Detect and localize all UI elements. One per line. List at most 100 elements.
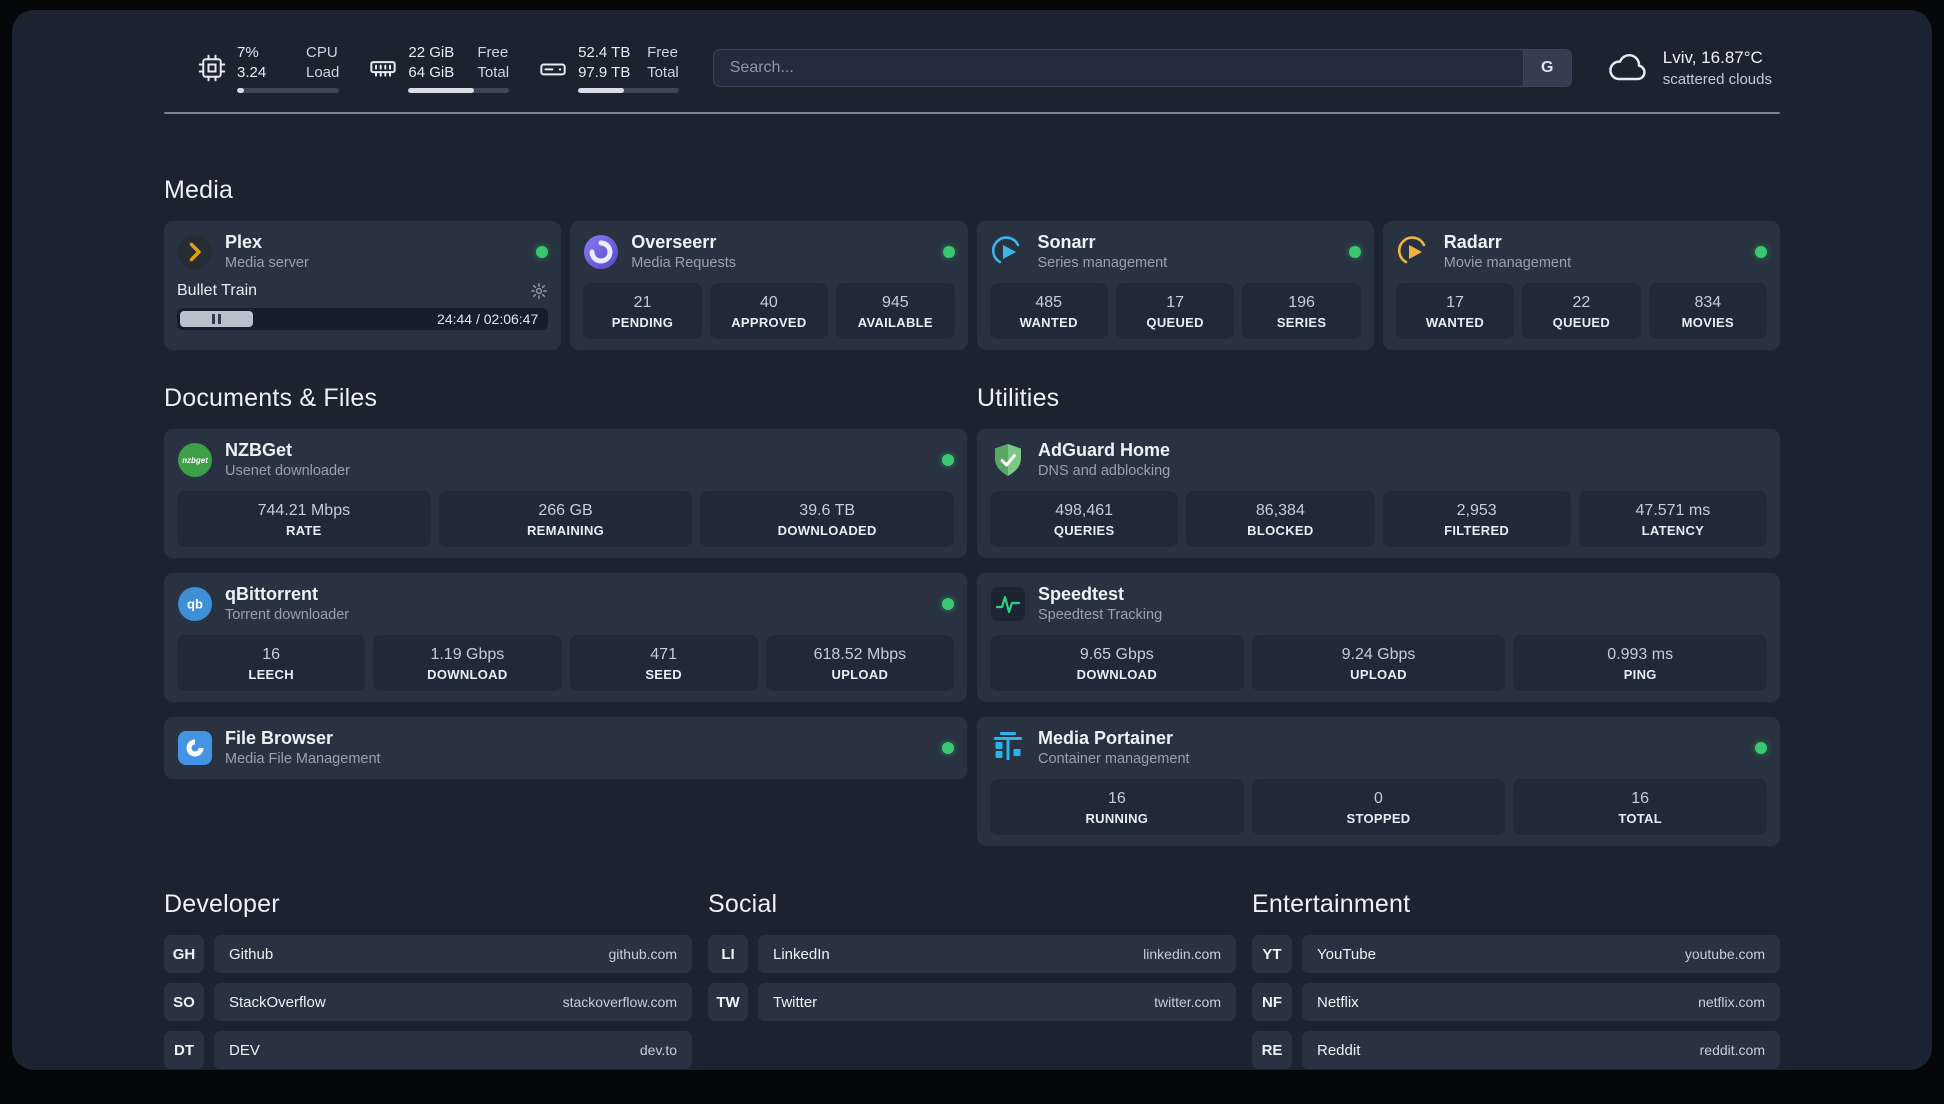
stackoverflow-icon: SO [164,983,204,1021]
memory-free-label: Free [477,43,509,61]
app-card-adguard[interactable]: AdGuard Home DNS and adblocking 498,461 Q… [977,429,1780,558]
link-url: dev.to [639,1042,677,1058]
app-name: Media Portainer [1038,728,1174,748]
app-subtitle: Media File Management [225,751,381,767]
link-url: linkedin.com [1143,946,1221,962]
search-engine-button[interactable]: G [1522,50,1571,86]
stat-movies: 834 MOVIES [1648,283,1768,339]
link-name: LinkedIn [773,945,830,963]
speedtest-icon [990,586,1026,622]
linkedin-icon: LI [708,935,748,973]
stat-rate: 744.21 Mbps RATE [177,491,431,547]
weather-widget[interactable]: Lviv, 16.87°C scattered clouds [1606,48,1772,88]
app-subtitle: Media server [225,255,309,271]
status-dot [1348,246,1361,258]
stat-ping: 0.993 ms PING [1513,635,1768,691]
link-row-twitter[interactable]: TW Twitter twitter.com [708,983,1236,1021]
app-card-plex[interactable]: Plex Media server Bullet Train 24:44 / 0… [164,221,562,350]
memory-total-value: 64 GiB [408,63,455,81]
stat-seed: 471 SEED [569,635,758,691]
app-card-sonarr[interactable]: Sonarr Series management 485 WANTED 17 QUE… [976,221,1374,350]
app-subtitle: Media Requests [631,255,737,271]
app-card-nzbget[interactable]: nzbget NZBGet Usenet downloader 744.21 M… [164,429,967,558]
stat-upload: 618.52 Mbps UPLOAD [765,635,954,691]
app-name: Overseerr [631,232,717,252]
section-media: Media Plex Media server Bullet Train 24:… [164,176,1780,350]
app-name: Radarr [1443,232,1502,252]
app-card-speedtest[interactable]: Speedtest Speedtest Tracking 9.65 Gbps DO… [977,573,1780,702]
stat-download: 1.19 Gbps DOWNLOAD [373,635,562,691]
app-name: Speedtest [1038,584,1125,604]
search-input[interactable] [713,59,1523,77]
link-row-reddit[interactable]: RE Reddit reddit.com [1252,1031,1780,1069]
link-name: Netflix [1317,993,1359,1011]
app-card-filebrowser[interactable]: File Browser Media File Management [164,717,967,779]
link-row-netflix[interactable]: NF Netflix netflix.com [1252,983,1780,1021]
section-documents: Documents & Files nzbget NZBGet Usenet d… [164,384,967,779]
youtube-icon: YT [1252,935,1292,973]
qbittorrent-icon: qb [177,586,213,622]
app-name: File Browser [225,728,334,748]
storage-widget: 52.4 TB 97.9 TB Free Total [539,44,679,93]
link-row-linkedin[interactable]: LI LinkedIn linkedin.com [708,935,1236,973]
stat-queries: 498,461 QUERIES [990,491,1179,547]
stat-queued: 17 QUEUED [1115,283,1235,339]
section-title-developer: Developer [164,890,280,918]
stat-queued: 22 QUEUED [1522,283,1641,339]
app-subtitle: Torrent downloader [225,607,350,623]
cpu-label: CPU [306,43,338,61]
stat-upload: 9.24 Gbps UPLOAD [1251,635,1506,691]
status-dot [942,454,954,466]
sonarr-icon [990,234,1026,270]
disk-icon [540,63,566,76]
stat-download: 9.65 Gbps DOWNLOAD [990,635,1244,691]
memory-free-value: 22 GiB [408,43,455,61]
portainer-icon [990,730,1026,766]
cpu-widget: 7% 3.24 CPU Load [198,43,340,93]
storage-progress-bar [578,87,679,93]
link-row-dev[interactable]: DT DEV dev.to [164,1031,692,1069]
now-playing-title: Bullet Train [177,282,258,299]
link-row-stackoverflow[interactable]: SO StackOverflow stackoverflow.com [164,983,692,1021]
stat-running: 16 RUNNING [990,779,1244,835]
plex-icon [177,234,213,270]
app-card-overseerr[interactable]: Overseerr Media Requests 21 PENDING 40 APP… [570,221,968,350]
filebrowser-icon [177,730,213,766]
app-subtitle: Speedtest Tracking [1038,607,1163,623]
storage-free-value: 52.4 TB [578,43,631,61]
app-name: NZBGet [225,440,292,460]
section-title-entertainment: Entertainment [1252,890,1411,918]
section-title-social: Social [708,890,778,918]
link-name: YouTube [1317,945,1376,963]
system-metrics: 7% 3.24 CPU Load 22 GiB 64 GiB Free Tota… [198,44,679,93]
stat-filtered: 2,953 FILTERED [1382,491,1571,547]
stat-total: 16 TOTAL [1513,779,1768,835]
app-card-portainer[interactable]: Media Portainer Container management 16 R… [977,717,1780,846]
link-url: stackoverflow.com [562,994,677,1010]
section-social: Social LI LinkedIn linkedin.com TW Twitte… [708,890,1236,1070]
app-name: qBittorrent [225,584,318,604]
storage-progress-fill [578,87,625,93]
stat-available: 945 AVAILABLE [836,283,955,339]
link-row-youtube[interactable]: YT YouTube youtube.com [1252,935,1780,973]
nzbget-icon: nzbget [177,442,213,478]
github-icon: GH [164,935,204,973]
storage-total-label: Total [647,63,679,81]
app-card-qbittorrent[interactable]: qb qBittorrent Torrent downloader 16 LEEC… [164,573,967,702]
app-card-radarr[interactable]: Radarr Movie management 17 WANTED 22 QUEUE… [1382,221,1780,350]
storage-free-label: Free [647,43,678,61]
gear-icon[interactable] [530,282,548,300]
stat-downloaded: 39.6 TB DOWNLOADED [700,491,955,547]
link-name: Reddit [1317,1041,1361,1059]
dashboard-panel: 7% 3.24 CPU Load 22 GiB 64 GiB Free Tota… [12,10,1932,1070]
app-name: AdGuard Home [1038,440,1171,460]
cpu-icon [198,54,226,82]
svg-text:qb: qb [187,597,203,612]
link-row-github[interactable]: GH Github github.com [164,935,692,973]
memory-progress-fill [408,87,474,93]
radarr-icon [1396,234,1432,270]
stat-blocked: 86,384 BLOCKED [1186,491,1375,547]
stat-wanted: 485 WANTED [989,283,1108,339]
section-title-documents: Documents & Files [164,384,378,412]
pause-button[interactable] [180,311,253,327]
